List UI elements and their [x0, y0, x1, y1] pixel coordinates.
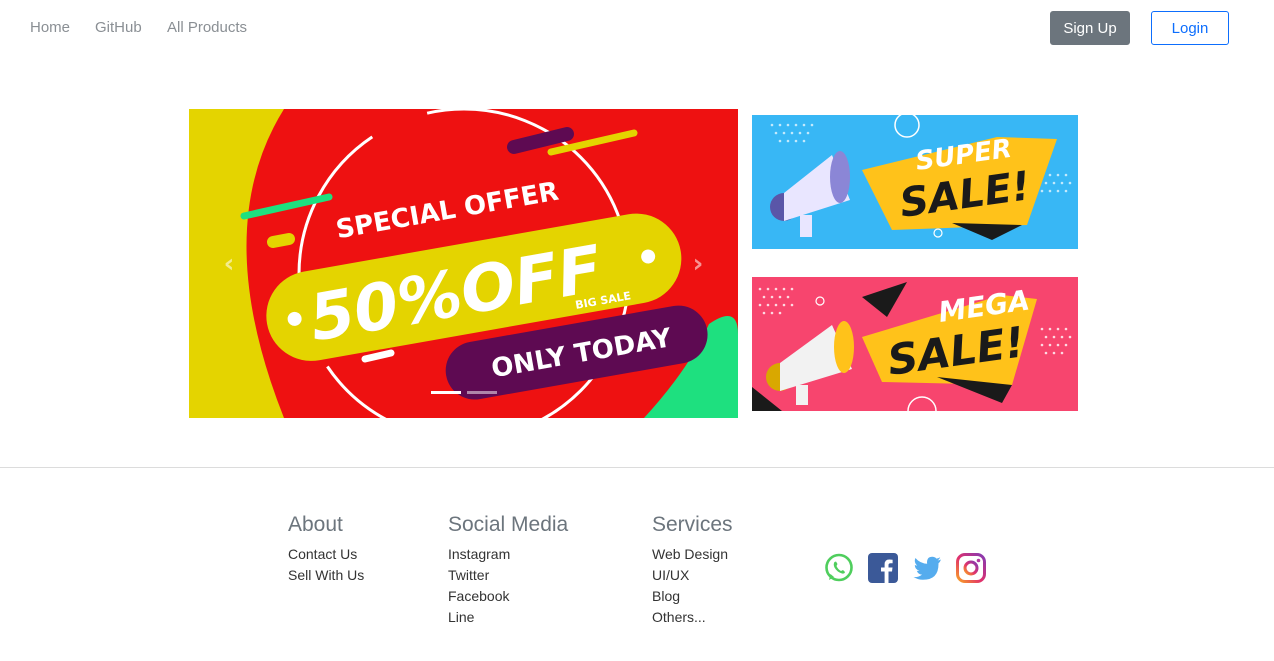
carousel-indicator-1[interactable]	[430, 391, 461, 394]
footer-link-web-design[interactable]: Web Design	[652, 544, 733, 565]
super-sale-banner[interactable]: SUPER SALE!	[752, 115, 1078, 249]
promo-carousel: 50%OFF BIG SALE ONLY TODAY SPECIAL OFFER…	[189, 109, 738, 418]
footer-about-title: About	[288, 513, 343, 536]
mega-sale-image: MEGA SALE!	[752, 277, 1078, 411]
nav-link-home[interactable]: Home	[30, 19, 70, 36]
footer-services-title: Services	[652, 513, 733, 536]
footer-social-media-column: Social Media Instagram Twitter Facebook …	[448, 514, 568, 628]
nav-link-github[interactable]: GitHub	[95, 19, 142, 36]
footer-link-line[interactable]: Line	[448, 607, 568, 628]
footer-link-instagram[interactable]: Instagram	[448, 544, 568, 565]
footer-link-others[interactable]: Others...	[652, 607, 733, 628]
footer-services-column: Services Web Design UI/UX Blog Others...	[652, 514, 733, 628]
footer-about-column: About Contact Us Sell With Us	[288, 514, 364, 586]
login-button[interactable]: Login	[1151, 11, 1229, 45]
footer-link-blog[interactable]: Blog	[652, 586, 733, 607]
footer-link-ui-ux[interactable]: UI/UX	[652, 565, 733, 586]
footer-link-contact-us[interactable]: Contact Us	[288, 544, 364, 565]
footer-link-twitter[interactable]: Twitter	[448, 565, 568, 586]
carousel-slide-image: 50%OFF BIG SALE ONLY TODAY SPECIAL OFFER	[189, 109, 738, 418]
carousel-prev-button[interactable]: ‹	[189, 109, 269, 418]
signup-button[interactable]: Sign Up	[1050, 11, 1130, 45]
super-sale-image: SUPER SALE!	[752, 115, 1078, 249]
twitter-icon[interactable]	[912, 553, 942, 583]
whatsapp-icon[interactable]	[824, 553, 854, 583]
carousel-indicator-2[interactable]	[466, 391, 497, 394]
carousel-indicators	[189, 391, 738, 394]
nav-link-all-products[interactable]: All Products	[167, 19, 247, 36]
instagram-icon[interactable]	[956, 553, 986, 583]
footer-social-media-title: Social Media	[448, 513, 569, 536]
footer-divider	[0, 467, 1274, 468]
facebook-icon[interactable]	[868, 553, 898, 583]
chevron-right-icon: ›	[692, 248, 704, 279]
navbar: Home GitHub All Products Sign Up Login	[0, 0, 1274, 56]
carousel-next-button[interactable]: ›	[658, 109, 738, 418]
chevron-left-icon: ‹	[223, 248, 235, 279]
footer-link-sell-with-us[interactable]: Sell With Us	[288, 565, 364, 586]
mega-sale-banner[interactable]: MEGA SALE!	[752, 277, 1078, 411]
footer-link-facebook[interactable]: Facebook	[448, 586, 568, 607]
